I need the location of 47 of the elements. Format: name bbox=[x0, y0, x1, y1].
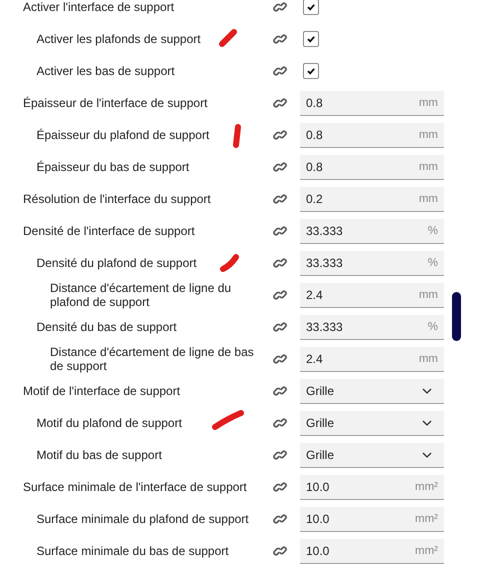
checkbox[interactable] bbox=[303, 0, 319, 15]
setting-label: Résolution de l'interface du support bbox=[23, 192, 211, 206]
input-field[interactable]: 0.8 mm bbox=[300, 154, 444, 180]
chevron-down-icon bbox=[422, 452, 432, 458]
dropdown[interactable]: Grille bbox=[300, 410, 444, 436]
setting-label: Activer les bas de support bbox=[36, 64, 175, 78]
setting-label: Densité du bas de support bbox=[36, 320, 177, 334]
chevron-down-icon bbox=[422, 420, 432, 426]
setting-label: Surface minimale du plafond de support bbox=[36, 512, 249, 526]
input-field[interactable]: 10.0 mm² bbox=[300, 506, 444, 532]
input-field[interactable]: 33.333 % bbox=[300, 314, 444, 340]
setting-label: Distance d'écartement de ligne du plafond de support bbox=[50, 281, 232, 309]
dropdown[interactable]: Grille bbox=[300, 378, 444, 404]
check-icon bbox=[306, 34, 316, 44]
setting-label: Épaisseur du plafond de support bbox=[36, 128, 210, 142]
setting-label: Motif du plafond de support bbox=[36, 416, 182, 430]
setting-label: Motif de l'interface de support bbox=[23, 384, 180, 398]
annotation-mark bbox=[231, 123, 243, 149]
checkbox[interactable] bbox=[303, 31, 319, 47]
setting-label: Surface minimale de l'interface de support bbox=[23, 480, 247, 494]
input-field[interactable]: 0.8 mm bbox=[300, 122, 444, 148]
setting-label: Densité de l'interface de support bbox=[23, 224, 195, 238]
setting-label: Densité du plafond de support bbox=[36, 256, 197, 270]
setting-label: Activer les plafonds de support bbox=[36, 32, 201, 46]
check-icon bbox=[306, 2, 316, 12]
setting-label: Activer l'interface de support bbox=[23, 0, 174, 14]
input-field[interactable]: 2.4 mm bbox=[300, 346, 444, 372]
setting-label: Épaisseur de l'interface de support bbox=[23, 96, 208, 110]
setting-label: Surface minimale du bas de support bbox=[36, 544, 229, 558]
setting-label: Épaisseur du bas de support bbox=[36, 160, 190, 174]
setting-label: Motif du bas de support bbox=[36, 448, 162, 462]
check-icon bbox=[306, 66, 316, 76]
chevron-down-icon bbox=[422, 388, 432, 394]
input-field[interactable]: 33.333 % bbox=[300, 218, 444, 244]
input-field[interactable]: 10.0 mm² bbox=[300, 474, 444, 500]
input-field[interactable]: 0.2 mm bbox=[300, 186, 444, 212]
dropdown[interactable]: Grille bbox=[300, 442, 444, 468]
annotation-mark bbox=[218, 28, 238, 48]
annotation-mark bbox=[211, 409, 245, 431]
input-field[interactable]: 10.0 mm² bbox=[300, 538, 444, 564]
scrollbar-thumb[interactable] bbox=[452, 292, 461, 341]
input-field[interactable]: 0.8 mm bbox=[300, 90, 444, 116]
checkbox[interactable] bbox=[303, 63, 319, 79]
input-field[interactable]: 33.333 % bbox=[300, 250, 444, 276]
annotation-mark bbox=[219, 253, 241, 273]
setting-label: Distance d'écartement de ligne de bas de support bbox=[50, 345, 255, 373]
input-field[interactable]: 2.4 mm bbox=[300, 282, 444, 308]
